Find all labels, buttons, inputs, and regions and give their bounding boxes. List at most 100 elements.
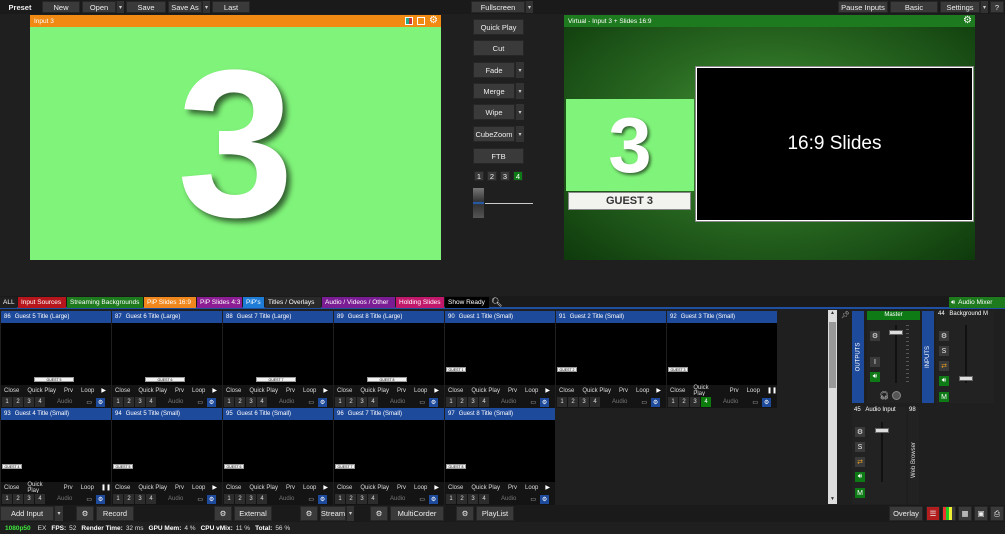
tile-num-4-button[interactable]: 4 bbox=[590, 397, 600, 407]
overlay-button[interactable]: Overlay bbox=[889, 506, 923, 521]
tile-prv-button[interactable]: Prv bbox=[175, 485, 184, 491]
tile-gear-icon[interactable]: ⚙ bbox=[651, 397, 661, 407]
tile-num-4-button[interactable]: 4 bbox=[368, 397, 378, 407]
tile-audio-button[interactable]: Audio bbox=[57, 496, 72, 502]
input-tile[interactable]: 96 Guest 7 Title (Small) GUEST 7 Close Quick… bbox=[334, 408, 444, 505]
merge-dropdown-icon[interactable]: ▾ bbox=[515, 83, 524, 99]
tab-search-icon[interactable]: 🔍︎ bbox=[491, 297, 502, 308]
tile-num-4-button[interactable]: 4 bbox=[479, 494, 489, 504]
tile-num-4-button[interactable]: 4 bbox=[146, 494, 156, 504]
ch45-fader-handle[interactable] bbox=[875, 428, 889, 433]
stream-dropdown-icon[interactable]: ▾ bbox=[346, 506, 354, 521]
tile-num-3-button[interactable]: 3 bbox=[135, 397, 145, 407]
ch44-gear-icon[interactable]: ⚙ bbox=[938, 330, 950, 342]
tile-audio-button[interactable]: Audio bbox=[723, 399, 738, 405]
tab-2[interactable]: Streaming Backgrounds bbox=[67, 297, 143, 308]
preview-layout-icon[interactable] bbox=[405, 17, 413, 25]
transition-2-button[interactable]: 2 bbox=[487, 171, 497, 181]
tile-play-icon[interactable]: ▶ bbox=[545, 387, 550, 394]
preset-button[interactable]: Preset bbox=[0, 1, 40, 13]
ch44-route-icon[interactable]: ⇄ bbox=[938, 360, 950, 372]
tile-quick-play-button[interactable]: Quick Play bbox=[27, 482, 55, 494]
tile-close-button[interactable]: Close bbox=[559, 388, 574, 394]
tile-play-icon[interactable]: ▶ bbox=[212, 484, 217, 491]
tile-loop-button[interactable]: Loop bbox=[192, 485, 205, 491]
master-knob-icon[interactable] bbox=[892, 391, 901, 400]
tile-close-button[interactable]: Close bbox=[448, 388, 463, 394]
tile-header[interactable]: 97 Guest 8 Title (Small) bbox=[445, 408, 555, 420]
list-view-icon[interactable]: ☰ bbox=[926, 506, 940, 521]
tile-play-icon[interactable]: ▶ bbox=[656, 387, 661, 394]
tile-audio-button[interactable]: Audio bbox=[279, 399, 294, 405]
tile-close-button[interactable]: Close bbox=[448, 485, 463, 491]
output-gear-icon[interactable]: ⚙ bbox=[963, 15, 974, 27]
tile-close-button[interactable]: Close bbox=[226, 485, 241, 491]
tile-gear-icon[interactable]: ⚙ bbox=[96, 494, 106, 504]
master-fader-handle[interactable] bbox=[889, 330, 903, 335]
tile-header[interactable]: 86 Guest 5 Title (Large) bbox=[1, 311, 111, 323]
tile-num-1-button[interactable]: 1 bbox=[2, 494, 12, 504]
tile-header[interactable]: 94 Guest 5 Title (Small) bbox=[112, 408, 222, 420]
tile-num-1-button[interactable]: 1 bbox=[335, 494, 345, 504]
tile-loop-button[interactable]: Loop bbox=[81, 485, 94, 491]
tile-quick-play-button[interactable]: Quick Play bbox=[249, 388, 278, 394]
fullscreen-button[interactable]: Fullscreen bbox=[471, 1, 525, 13]
grid-view-icon[interactable]: ▦ bbox=[958, 506, 972, 521]
input-tile[interactable]: 90 Guest 1 Title (Small) GUEST 1 Close Quick… bbox=[445, 311, 555, 408]
tile-prv-button[interactable]: Prv bbox=[64, 485, 73, 491]
external-button[interactable]: External bbox=[234, 506, 272, 521]
settings-button[interactable]: Settings bbox=[940, 1, 980, 13]
t-bar-handle[interactable] bbox=[473, 188, 484, 218]
tile-header[interactable]: 88 Guest 7 Title (Large) bbox=[223, 311, 333, 323]
input-tile[interactable]: 94 Guest 5 Title (Small) GUEST 5 Close Quick… bbox=[112, 408, 222, 505]
transition-4-button[interactable]: 4 bbox=[513, 171, 523, 181]
tile-num-3-button[interactable]: 3 bbox=[135, 494, 145, 504]
tile-num-1-button[interactable]: 1 bbox=[335, 397, 345, 407]
tile-num-1-button[interactable]: 1 bbox=[224, 397, 234, 407]
tile-num-1-button[interactable]: 1 bbox=[113, 494, 123, 504]
tile-gear-icon[interactable]: ⚙ bbox=[96, 397, 106, 407]
tile-num-4-button[interactable]: 4 bbox=[368, 494, 378, 504]
tile-gear-icon[interactable]: ⚙ bbox=[318, 397, 328, 407]
tile-prv-button[interactable]: Prv bbox=[508, 388, 517, 394]
screenshot-icon[interactable]: ▣ bbox=[974, 506, 988, 521]
tile-quick-play-button[interactable]: Quick Play bbox=[471, 485, 500, 491]
playlist-button[interactable]: PlayList bbox=[476, 506, 514, 521]
tile-close-button[interactable]: Close bbox=[4, 388, 19, 394]
tile-num-4-button[interactable]: 4 bbox=[146, 397, 156, 407]
tile-audio-button[interactable]: Audio bbox=[612, 399, 627, 405]
tile-num-3-button[interactable]: 3 bbox=[579, 397, 589, 407]
tile-play-icon[interactable]: ▶ bbox=[434, 484, 439, 491]
ch44-mute-button[interactable]: M bbox=[938, 391, 950, 403]
scroll-up-icon[interactable]: ▲ bbox=[828, 310, 837, 318]
input-tile[interactable]: 93 Guest 4 Title (Small) GUEST 4 Close Quick… bbox=[1, 408, 111, 505]
tab-4[interactable]: PiP Slides 4:3 bbox=[197, 297, 242, 308]
cut-button[interactable]: Cut bbox=[473, 40, 524, 56]
tile-num-1-button[interactable]: 1 bbox=[446, 397, 456, 407]
save-button[interactable]: Save bbox=[126, 1, 166, 13]
multicorder-button[interactable]: MultiCorder bbox=[390, 506, 444, 521]
master-gear-icon[interactable]: ⚙ bbox=[869, 330, 881, 342]
tile-loop-button[interactable]: Loop bbox=[636, 388, 649, 394]
camera-icon[interactable]: ⎙ bbox=[990, 506, 1004, 521]
tile-gear-icon[interactable]: ⚙ bbox=[318, 494, 328, 504]
cubezoom-button[interactable]: CubeZoom bbox=[473, 126, 515, 142]
tile-num-2-button[interactable]: 2 bbox=[13, 397, 23, 407]
tile-prv-button[interactable]: Prv bbox=[64, 388, 73, 394]
fade-button[interactable]: Fade bbox=[473, 62, 515, 78]
tile-header[interactable]: 89 Guest 8 Title (Large) bbox=[334, 311, 444, 323]
tile-quick-play-button[interactable]: Quick Play bbox=[693, 385, 721, 397]
tile-monitor-icon[interactable]: ▭ bbox=[197, 399, 203, 406]
ftb-button[interactable]: FTB bbox=[473, 148, 524, 164]
stream-settings-icon[interactable]: ⚙ bbox=[300, 506, 318, 521]
tile-num-1-button[interactable]: 1 bbox=[557, 397, 567, 407]
tile-num-3-button[interactable]: 3 bbox=[246, 397, 256, 407]
fullscreen-dropdown-icon[interactable]: ▾ bbox=[525, 1, 533, 13]
tile-header[interactable]: 93 Guest 4 Title (Small) bbox=[1, 408, 111, 420]
ch45-route-icon[interactable]: ⇄ bbox=[854, 456, 866, 468]
ch45-solo-button[interactable]: S bbox=[854, 441, 866, 453]
merge-button[interactable]: Merge bbox=[473, 83, 515, 99]
tile-gear-icon[interactable]: ⚙ bbox=[207, 397, 217, 407]
tiles-scrollbar[interactable]: ▲ ▼ bbox=[828, 310, 837, 504]
tile-prv-button[interactable]: Prv bbox=[397, 388, 406, 394]
